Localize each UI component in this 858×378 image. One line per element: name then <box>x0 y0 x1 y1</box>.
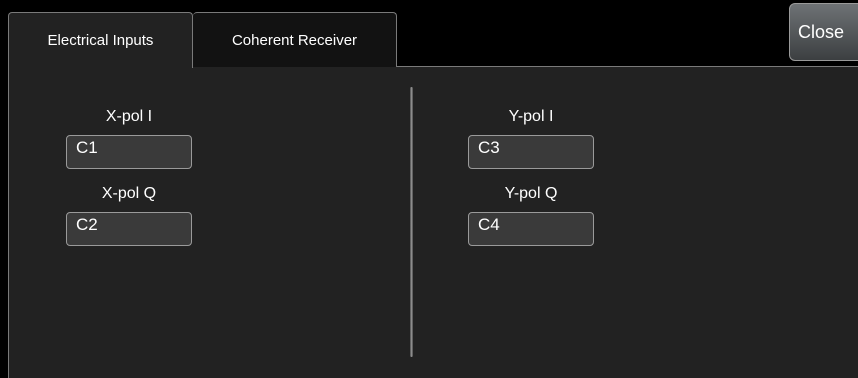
electrical-inputs-panel: X-pol I C1 X-pol Q C2 Y-pol I C3 Y-pol Q… <box>8 67 858 378</box>
x-pol-q-label: X-pol Q <box>101 185 157 202</box>
tab-label: Coherent Receiver <box>231 31 358 49</box>
close-button-label: Close <box>798 21 845 42</box>
x-pol-i-field[interactable]: C1 <box>66 135 192 169</box>
tab-coherent-receiver[interactable]: Coherent Receiver <box>193 12 397 67</box>
y-pol-q-label: Y-pol Q <box>504 185 558 202</box>
x-pol-q-field[interactable]: C2 <box>66 212 192 246</box>
y-pol-q-field[interactable]: C4 <box>468 212 594 246</box>
tab-label: Electrical Inputs <box>47 32 154 49</box>
tab-electrical-inputs[interactable]: Electrical Inputs <box>8 12 193 68</box>
y-pol-i-label: Y-pol I <box>508 108 554 125</box>
close-button[interactable]: Close <box>789 3 858 61</box>
x-pol-i-label: X-pol I <box>105 108 153 125</box>
y-pol-i-field[interactable]: C3 <box>468 135 594 169</box>
tab-bar: Electrical Inputs Coherent Receiver Clos… <box>0 0 858 68</box>
column-divider <box>410 87 413 357</box>
